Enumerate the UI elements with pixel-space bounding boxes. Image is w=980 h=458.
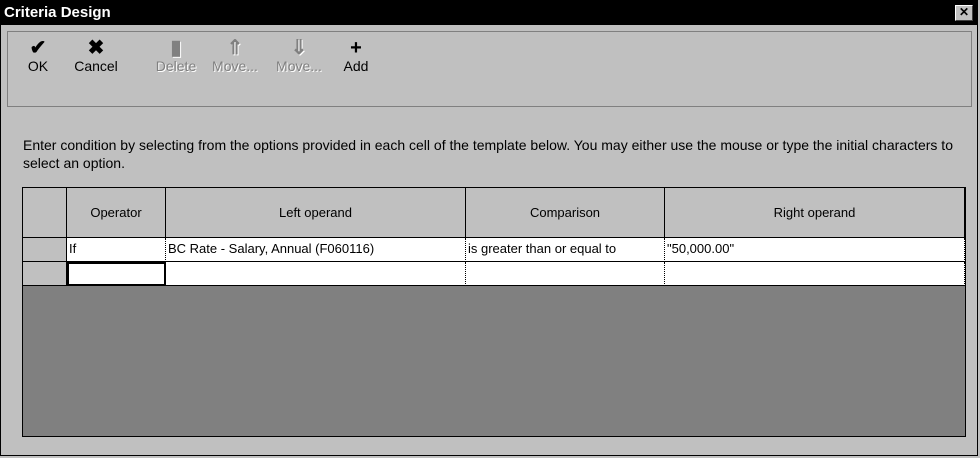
comparison-cell[interactable]	[466, 262, 665, 286]
close-button[interactable]: ✕	[955, 5, 973, 21]
ok-button[interactable]: ✔ OK	[20, 36, 56, 74]
right-operand-cell[interactable]	[665, 262, 965, 286]
column-header-comparison[interactable]: Comparison	[466, 188, 665, 238]
operator-cell[interactable]: If	[67, 238, 166, 262]
criteria-design-window: Criteria Design ✕ ✔ OK ✖ Cancel ▮ Delete…	[0, 0, 978, 456]
trash-icon: ▮	[170, 37, 182, 59]
move-down-button[interactable]: ⇓ Move...	[270, 36, 328, 74]
delete-label: Delete	[155, 58, 197, 74]
toolbar: ✔ OK ✖ Cancel ▮ Delete ⇑ Move... ⇓ Move.…	[7, 31, 972, 107]
window-title: Criteria Design	[4, 4, 111, 21]
comparison-cell[interactable]: is greater than or equal to	[466, 238, 665, 262]
criteria-grid: Operator Left operand Comparison Right o…	[22, 187, 966, 437]
move-up-label: Move...	[212, 58, 258, 74]
add-button[interactable]: + Add	[336, 36, 376, 74]
plus-icon: +	[350, 37, 362, 59]
table-row: If BC Rate - Salary, Annual (F060116) is…	[23, 238, 965, 262]
delete-button[interactable]: ▮ Delete	[150, 36, 202, 74]
row-selector-header[interactable]	[23, 188, 67, 238]
title-bar[interactable]: Criteria Design ✕	[1, 1, 977, 25]
table-row	[23, 262, 965, 286]
instructions-text: Enter condition by selecting from the op…	[23, 137, 953, 171]
move-up-icon: ⇑	[226, 37, 244, 59]
move-up-button[interactable]: ⇑ Move...	[206, 36, 264, 74]
right-operand-cell[interactable]: "50,000.00"	[665, 238, 965, 262]
add-label: Add	[343, 58, 369, 74]
column-header-right-operand[interactable]: Right operand	[665, 188, 965, 238]
left-operand-cell[interactable]	[166, 262, 466, 286]
left-operand-cell[interactable]: BC Rate - Salary, Annual (F060116)	[166, 238, 466, 262]
row-selector[interactable]	[23, 238, 67, 262]
checkmark-icon: ✔	[29, 37, 47, 59]
ok-label: OK	[27, 58, 49, 74]
row-selector[interactable]	[23, 262, 67, 286]
cancel-button[interactable]: ✖ Cancel	[68, 36, 124, 74]
cancel-x-icon: ✖	[87, 37, 105, 59]
move-down-label: Move...	[276, 58, 322, 74]
cancel-label: Cancel	[74, 58, 118, 74]
grid-header-row: Operator Left operand Comparison Right o…	[23, 188, 965, 238]
column-header-left-operand[interactable]: Left operand	[166, 188, 466, 238]
operator-cell[interactable]	[67, 262, 166, 286]
column-header-operator[interactable]: Operator	[67, 188, 166, 238]
move-down-icon: ⇓	[290, 37, 308, 59]
